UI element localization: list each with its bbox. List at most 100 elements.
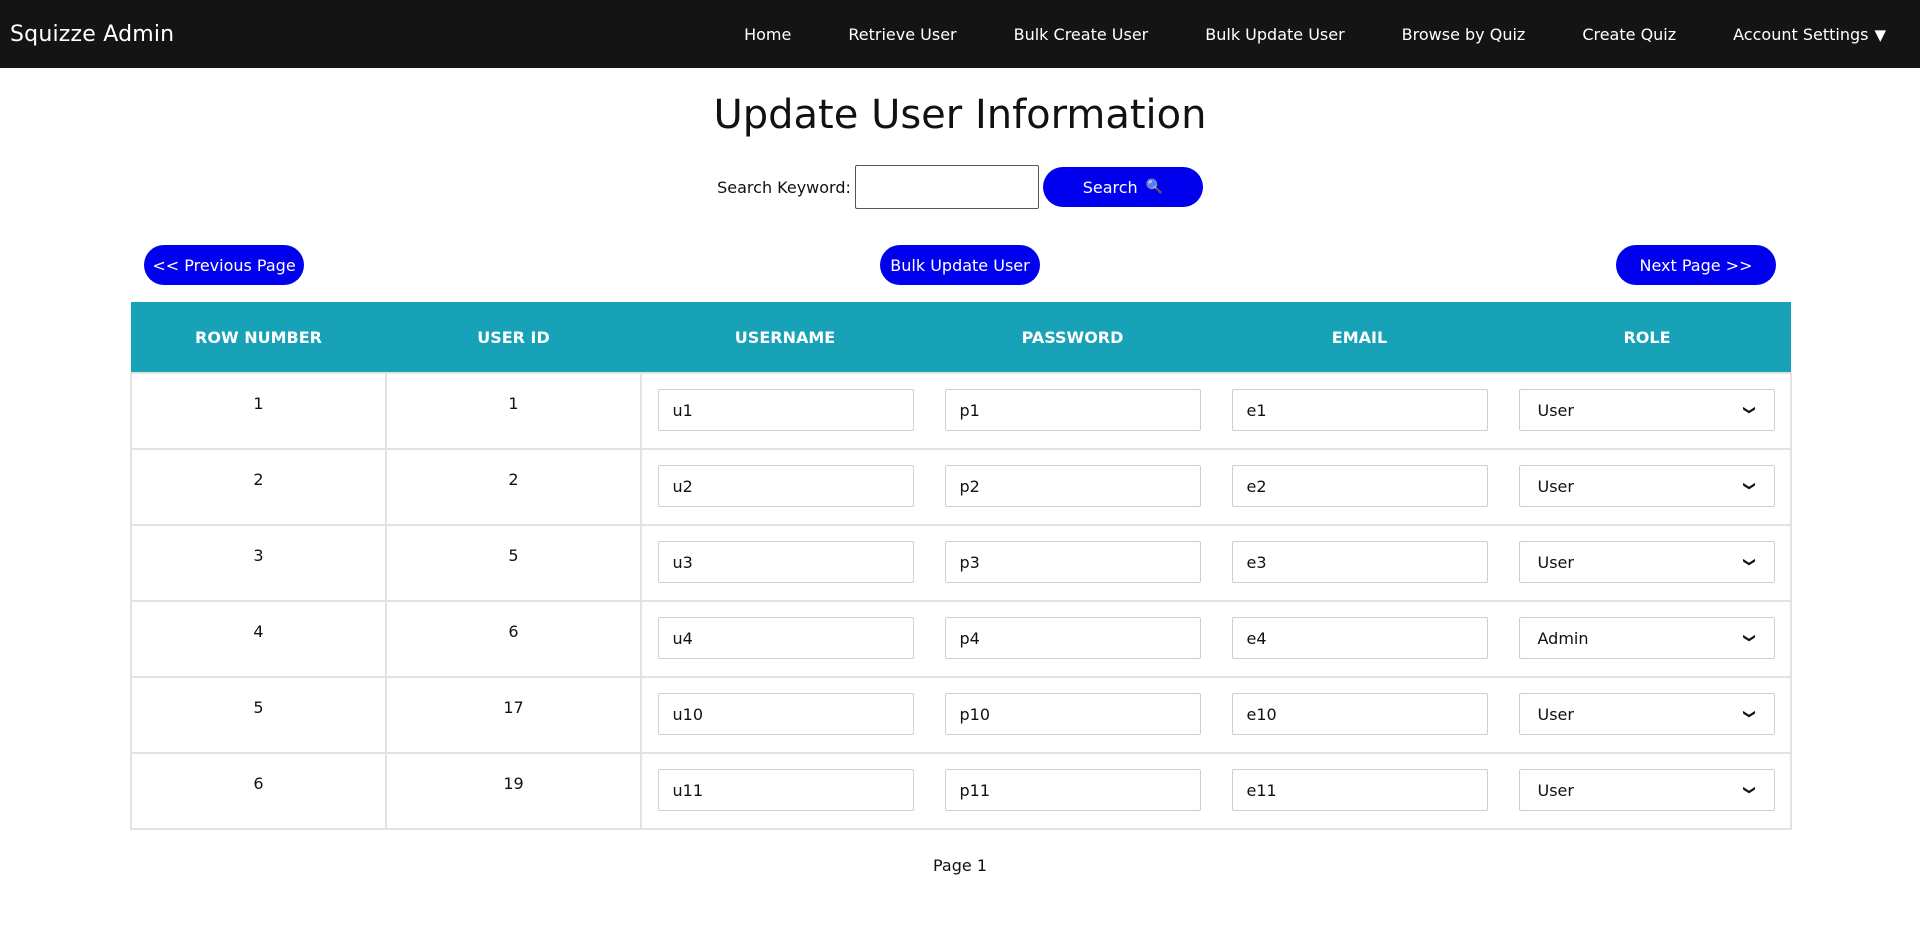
role-select-value: Admin: [1537, 628, 1589, 648]
row-number-cell: 5: [130, 676, 387, 754]
row-number-cell: 3: [130, 524, 387, 602]
header-password: Password: [1021, 327, 1124, 347]
row-number-cell: 6: [130, 752, 387, 830]
email-input[interactable]: [1231, 389, 1488, 431]
table-row: 4 6 Admin ❯: [130, 600, 1792, 678]
role-cell: Admin ❯: [1503, 600, 1792, 678]
username-cell: [640, 676, 929, 754]
nav-create-quiz[interactable]: Create Quiz: [1582, 25, 1676, 44]
password-cell: [929, 676, 1216, 754]
username-input[interactable]: [657, 617, 914, 659]
search-button-label: Search: [1082, 177, 1138, 197]
email-cell: [1216, 524, 1503, 602]
password-cell: [929, 752, 1216, 830]
account-settings-label: Account Settings: [1733, 24, 1869, 44]
search-button[interactable]: Search 🔍: [1042, 167, 1203, 207]
chevron-down-icon: ❯: [1743, 404, 1758, 416]
role-select-value: User: [1537, 780, 1574, 800]
chevron-down-icon: ❯: [1743, 556, 1758, 568]
role-cell: User ❯: [1503, 752, 1792, 830]
chevron-down-icon: ❯: [1743, 632, 1758, 644]
table-row: 1 1 User ❯: [130, 372, 1792, 450]
password-input[interactable]: [944, 465, 1201, 507]
password-cell: [929, 372, 1216, 450]
password-cell: [929, 600, 1216, 678]
role-select[interactable]: User ❯: [1518, 769, 1775, 811]
brand-logo-text[interactable]: Squizze Admin: [10, 22, 174, 47]
chevron-down-icon: ❯: [1743, 480, 1758, 492]
pagination-controls: << Previous Page Bulk Update User Next P…: [0, 245, 1920, 285]
username-input[interactable]: [657, 389, 914, 431]
password-cell: [929, 448, 1216, 526]
username-input[interactable]: [657, 541, 914, 583]
magnifier-icon: 🔍: [1145, 179, 1164, 195]
table-row: 5 17 User ❯: [130, 676, 1792, 754]
role-select[interactable]: Admin ❯: [1518, 617, 1775, 659]
password-input[interactable]: [944, 693, 1201, 735]
user-id-cell: 6: [385, 600, 642, 678]
role-cell: User ❯: [1503, 524, 1792, 602]
email-cell: [1216, 676, 1503, 754]
chevron-down-icon: ❯: [1743, 708, 1758, 720]
table-row: 6 19 User ❯: [130, 752, 1792, 830]
role-cell: User ❯: [1503, 372, 1792, 450]
page-indicator: Page 1: [933, 856, 987, 875]
next-page-button[interactable]: Next Page >>: [1616, 245, 1776, 285]
role-select-value: User: [1537, 400, 1574, 420]
email-cell: [1216, 600, 1503, 678]
role-select[interactable]: User ❯: [1518, 465, 1775, 507]
top-navbar: Squizze Admin Home Retrieve User Bulk Cr…: [0, 0, 1920, 68]
nav-browse-by-quiz[interactable]: Browse by Quiz: [1402, 25, 1526, 44]
nav-bulk-create-user[interactable]: Bulk Create User: [1014, 25, 1149, 44]
users-table-container: Row Number User ID Username Password Ema…: [130, 302, 1792, 830]
header-user-id: User ID: [477, 327, 550, 347]
role-select[interactable]: User ❯: [1518, 541, 1775, 583]
username-input[interactable]: [657, 769, 914, 811]
caret-down-icon: ▼: [1874, 25, 1886, 44]
password-input[interactable]: [944, 541, 1201, 583]
previous-page-button[interactable]: << Previous Page: [144, 245, 304, 285]
nav-account-settings-dropdown[interactable]: Account Settings ▼: [1733, 25, 1886, 44]
user-id-cell: 5: [385, 524, 642, 602]
table-row: 3 5 User ❯: [130, 524, 1792, 602]
user-id-cell: 19: [385, 752, 642, 830]
password-input[interactable]: [944, 389, 1201, 431]
user-id-cell: 2: [385, 448, 642, 526]
username-cell: [640, 752, 929, 830]
username-input[interactable]: [657, 693, 914, 735]
email-cell: [1216, 752, 1503, 830]
email-input[interactable]: [1231, 541, 1488, 583]
search-input[interactable]: [854, 165, 1039, 209]
row-number-cell: 2: [130, 448, 387, 526]
email-cell: [1216, 448, 1503, 526]
nav-bulk-update-user[interactable]: Bulk Update User: [1205, 25, 1344, 44]
chevron-down-icon: ❯: [1743, 784, 1758, 796]
nav-home[interactable]: Home: [744, 25, 791, 44]
header-username: Username: [734, 327, 836, 347]
username-cell: [640, 372, 929, 450]
role-select-value: User: [1537, 552, 1574, 572]
search-bar: Search Keyword: Search 🔍: [0, 165, 1920, 209]
email-input[interactable]: [1231, 465, 1488, 507]
role-select-value: User: [1537, 704, 1574, 724]
email-input[interactable]: [1231, 769, 1488, 811]
password-cell: [929, 524, 1216, 602]
username-input[interactable]: [657, 465, 914, 507]
email-cell: [1216, 372, 1503, 450]
user-id-cell: 17: [385, 676, 642, 754]
password-input[interactable]: [944, 769, 1201, 811]
email-input[interactable]: [1231, 693, 1488, 735]
role-select[interactable]: User ❯: [1518, 693, 1775, 735]
password-input[interactable]: [944, 617, 1201, 659]
role-select[interactable]: User ❯: [1518, 389, 1775, 431]
bulk-update-user-button[interactable]: Bulk Update User: [880, 245, 1040, 285]
email-input[interactable]: [1231, 617, 1488, 659]
header-email: Email: [1331, 327, 1388, 347]
users-table: Row Number User ID Username Password Ema…: [130, 302, 1792, 830]
role-select-value: User: [1537, 476, 1574, 496]
nav-retrieve-user[interactable]: Retrieve User: [848, 25, 956, 44]
username-cell: [640, 600, 929, 678]
header-role: Role: [1623, 327, 1671, 347]
role-cell: User ❯: [1503, 676, 1792, 754]
table-header-row: Row Number User ID Username Password Ema…: [131, 302, 1791, 373]
